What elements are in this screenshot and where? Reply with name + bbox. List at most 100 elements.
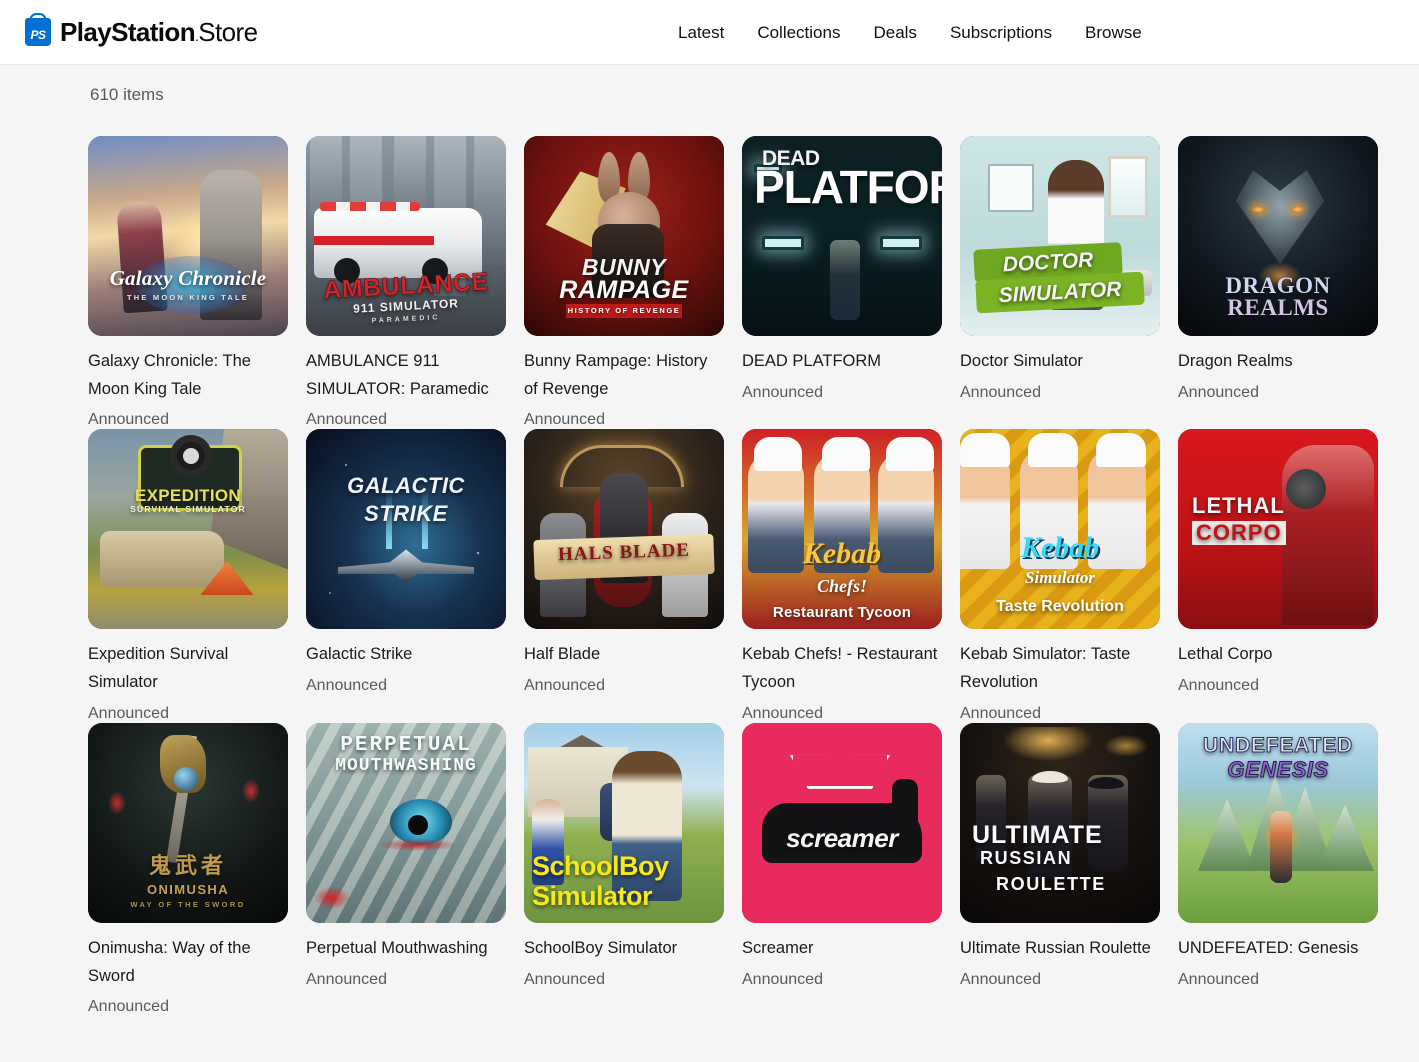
brand-name-store: Store [198, 17, 257, 47]
game-cover-art[interactable]: DEADPLATFORM [742, 136, 942, 336]
game-title[interactable]: DEAD PLATFORM [742, 348, 938, 376]
game-cover-art[interactable]: ULTIMATERUSSIANROULETTE [960, 723, 1160, 923]
game-card[interactable]: DRAGONREALMS Dragon Realms Announced [1178, 136, 1378, 429]
game-card[interactable]: screamer Screamer Announced [742, 723, 942, 1016]
cover-art-text-3: WAY OF THE SWORD [88, 901, 288, 909]
game-card[interactable]: AMBULANCE911 SIMULATORPARAMEDIC AMBULANC… [306, 136, 506, 429]
game-card[interactable]: UNDEFEATEDGENESIS UNDEFEATED: Genesis An… [1178, 723, 1378, 1016]
game-status-badge: Announced [524, 411, 724, 429]
game-status-badge: Announced [306, 971, 506, 989]
cover-art-text-2: STRIKE [306, 503, 506, 525]
game-title[interactable]: Dragon Realms [1178, 348, 1374, 376]
cover-art-text-1: PERPETUAL [306, 735, 506, 756]
game-card[interactable]: EXPEDITIONSURVIVAL SIMULATOR Expedition … [88, 429, 288, 722]
cover-art-text-2: Simulator [532, 883, 652, 910]
game-card[interactable]: KebabSimulatorTaste Revolution Kebab Sim… [960, 429, 1160, 722]
game-cover-art[interactable]: 鬼武者ONIMUSHAWAY OF THE SWORD [88, 723, 288, 923]
cover-art-text-2: Chefs! [742, 577, 942, 595]
game-card[interactable]: 鬼武者ONIMUSHAWAY OF THE SWORD Onimusha: Wa… [88, 723, 288, 1016]
game-title[interactable]: Bunny Rampage: History of Revenge [524, 348, 720, 403]
game-title[interactable]: Galaxy Chronicle: The Moon King Tale [88, 348, 284, 403]
main-navigation: Latest Collections Deals Subscriptions B… [678, 0, 1142, 65]
cover-art-graphic: EXPEDITIONSURVIVAL SIMULATOR [88, 429, 288, 629]
game-cover-art[interactable]: PERPETUALMOUTHWASHING [306, 723, 506, 923]
game-status-badge: Announced [306, 677, 506, 695]
cover-art-graphic: KebabChefs!Restaurant Tycoon [742, 429, 942, 629]
game-cover-art[interactable]: EXPEDITIONSURVIVAL SIMULATOR [88, 429, 288, 629]
game-cover-art[interactable]: KebabSimulatorTaste Revolution [960, 429, 1160, 629]
cover-art-text-1: screamer [742, 825, 942, 851]
cover-art-graphic: AMBULANCE911 SIMULATORPARAMEDIC [306, 136, 506, 336]
game-title[interactable]: Kebab Simulator: Taste Revolution [960, 641, 1156, 696]
game-card[interactable]: GALACTIC STRIKE Galactic Strike Announced [306, 429, 506, 722]
game-cover-art[interactable]: KebabChefs!Restaurant Tycoon [742, 429, 942, 629]
game-status-badge: Announced [960, 384, 1160, 402]
cover-art-text-3: Taste Revolution [960, 599, 1160, 615]
game-title[interactable]: Screamer [742, 935, 938, 963]
game-cover-art[interactable]: LETHALCORPO [1178, 429, 1378, 629]
cover-art-graphic: 鬼武者ONIMUSHAWAY OF THE SWORD [88, 723, 288, 923]
cover-art-text-1: UNDEFEATED [1178, 735, 1378, 756]
game-card[interactable]: DEADPLATFORM DEAD PLATFORM Announced [742, 136, 942, 429]
game-title[interactable]: Perpetual Mouthwashing [306, 935, 502, 963]
game-card[interactable]: PERPETUALMOUTHWASHING Perpetual Mouthwas… [306, 723, 506, 1016]
game-card[interactable]: BUNNYRAMPAGEHISTORY OF REVENGE Bunny Ram… [524, 136, 724, 429]
game-card[interactable]: DOCTORSIMULATOR Doctor Simulator Announc… [960, 136, 1160, 429]
game-status-badge: Announced [88, 998, 288, 1016]
game-status-badge: Announced [742, 705, 942, 723]
cover-art-graphic: screamer [742, 723, 942, 923]
game-cover-art[interactable]: HALS BLADE [524, 429, 724, 629]
game-cover-art[interactable]: BUNNYRAMPAGEHISTORY OF REVENGE [524, 136, 724, 336]
game-status-badge: Announced [524, 971, 724, 989]
game-title[interactable]: Lethal Corpo [1178, 641, 1374, 669]
nav-item-subscriptions[interactable]: Subscriptions [950, 23, 1085, 43]
game-cover-art[interactable]: GALACTIC STRIKE [306, 429, 506, 629]
game-title[interactable]: Galactic Strike [306, 641, 502, 669]
cover-art-graphic: UNDEFEATEDGENESIS [1178, 723, 1378, 923]
cover-art-graphic: PERPETUALMOUTHWASHING [306, 723, 506, 923]
cover-art-graphic: DRAGONREALMS [1178, 136, 1378, 336]
nav-item-deals[interactable]: Deals [873, 23, 949, 43]
game-title[interactable]: UNDEFEATED: Genesis [1178, 935, 1374, 963]
game-title[interactable]: Onimusha: Way of the Sword [88, 935, 284, 990]
game-cover-art[interactable]: UNDEFEATEDGENESIS [1178, 723, 1378, 923]
game-status-badge: Announced [306, 411, 506, 429]
cover-art-graphic: LETHALCORPO [1178, 429, 1378, 629]
game-title[interactable]: AMBULANCE 911 SIMULATOR: Paramedic [306, 348, 502, 403]
game-title[interactable]: SchoolBoy Simulator [524, 935, 720, 963]
game-cover-art[interactable]: Galaxy ChronicleTHE MOON KING TALE [88, 136, 288, 336]
game-status-badge: Announced [88, 705, 288, 723]
cover-art-text-1: ULTIMATE [972, 823, 1103, 848]
game-card[interactable]: HALS BLADE Half Blade Announced [524, 429, 724, 722]
game-card[interactable]: SchoolBoy Simulator SchoolBoy Simulator A… [524, 723, 724, 1016]
game-card[interactable]: ULTIMATERUSSIANROULETTE Ultimate Russian… [960, 723, 1160, 1016]
game-card[interactable]: LETHALCORPO Lethal Corpo Announced [1178, 429, 1378, 722]
game-cover-art[interactable]: DOCTORSIMULATOR [960, 136, 1160, 336]
nav-item-browse[interactable]: Browse [1085, 23, 1142, 43]
game-cover-art[interactable]: AMBULANCE911 SIMULATORPARAMEDIC [306, 136, 506, 336]
cover-art-text-2: RUSSIAN [980, 849, 1072, 867]
cover-art-text-1: EXPEDITION [88, 487, 288, 504]
nav-item-latest[interactable]: Latest [678, 23, 757, 43]
game-cover-art[interactable]: SchoolBoy Simulator [524, 723, 724, 923]
cover-art-text-2: RAMPAGE [524, 278, 724, 303]
nav-item-collections[interactable]: Collections [757, 23, 873, 43]
game-card[interactable]: Galaxy ChronicleTHE MOON KING TALE Galax… [88, 136, 288, 429]
game-cover-art[interactable]: screamer [742, 723, 942, 923]
game-cover-art[interactable]: DRAGONREALMS [1178, 136, 1378, 336]
cover-art-text-1: GALACTIC [306, 475, 506, 497]
cover-art-text-2: Simulator [960, 569, 1160, 586]
game-status-badge: Announced [524, 677, 724, 695]
game-title[interactable]: Ultimate Russian Roulette [960, 935, 1156, 963]
content-area: 610 items Galaxy ChronicleTHE MOON KING … [0, 65, 1419, 1062]
game-title[interactable]: Expedition Survival Simulator [88, 641, 284, 696]
game-status-badge: Announced [960, 705, 1160, 723]
game-title[interactable]: Doctor Simulator [960, 348, 1156, 376]
game-title[interactable]: Kebab Chefs! - Restaurant Tycoon [742, 641, 938, 696]
cover-art-text-2: SURVIVAL SIMULATOR [88, 505, 288, 514]
playstation-store-logo[interactable]: PS PlayStation.Store [25, 17, 257, 48]
game-card[interactable]: KebabChefs!Restaurant Tycoon Kebab Chefs… [742, 429, 942, 722]
cover-art-text-1: SchoolBoy [532, 853, 669, 880]
game-status-badge: Announced [742, 384, 942, 402]
game-title[interactable]: Half Blade [524, 641, 720, 669]
